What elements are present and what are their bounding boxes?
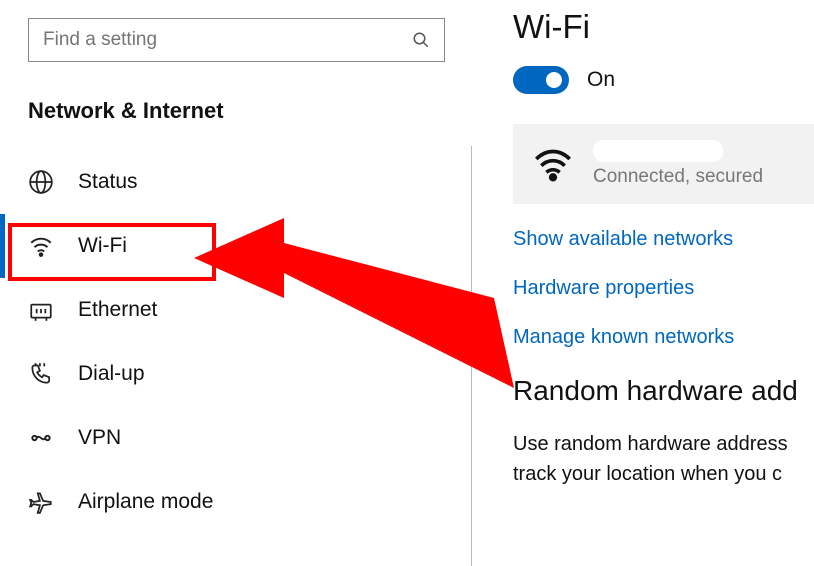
connection-name-redacted: [593, 140, 723, 162]
sidebar-item-ethernet[interactable]: Ethernet: [0, 278, 473, 342]
random-hardware-text-1: Use random hardware address: [513, 429, 814, 459]
section-title: Network & Internet: [28, 98, 473, 124]
wifi-toggle[interactable]: [513, 66, 569, 94]
vertical-divider: [471, 146, 472, 566]
sidebar-label-vpn: VPN: [78, 426, 121, 450]
search-icon: [412, 31, 430, 49]
sidebar: Network & Internet Status Wi-Fi Ethernet…: [0, 0, 473, 543]
search-input[interactable]: [43, 29, 412, 51]
wifi-toggle-label: On: [587, 68, 615, 92]
sidebar-item-airplane[interactable]: Airplane mode: [0, 470, 473, 534]
sidebar-label-dialup: Dial-up: [78, 362, 145, 386]
wifi-signal-icon: [533, 144, 573, 184]
random-hardware-text-2: track your location when you c: [513, 459, 814, 489]
random-hardware-heading: Random hardware add: [513, 375, 814, 407]
page-title: Wi-Fi: [513, 8, 814, 46]
wifi-icon: [28, 233, 54, 259]
sidebar-label-ethernet: Ethernet: [78, 298, 157, 322]
sidebar-label-status: Status: [78, 170, 138, 194]
search-box[interactable]: [28, 18, 445, 62]
sidebar-item-dialup[interactable]: Dial-up: [0, 342, 473, 406]
sidebar-label-wifi: Wi-Fi: [78, 234, 127, 258]
main-panel: Wi-Fi On Connected, secured Show availab…: [473, 0, 814, 543]
sidebar-item-vpn[interactable]: VPN: [0, 406, 473, 470]
airplane-icon: [28, 489, 54, 515]
sidebar-item-status[interactable]: Status: [0, 150, 473, 214]
globe-icon: [28, 169, 54, 195]
vpn-icon: [28, 425, 54, 451]
link-show-available[interactable]: Show available networks: [513, 228, 814, 251]
phone-icon: [28, 361, 54, 387]
sidebar-label-airplane: Airplane mode: [78, 490, 213, 514]
connection-card[interactable]: Connected, secured: [513, 124, 814, 204]
ethernet-icon: [28, 297, 54, 323]
link-manage-known[interactable]: Manage known networks: [513, 326, 814, 349]
sidebar-item-wifi[interactable]: Wi-Fi: [0, 214, 473, 278]
link-hardware-properties[interactable]: Hardware properties: [513, 277, 814, 300]
connection-status: Connected, secured: [593, 166, 763, 188]
